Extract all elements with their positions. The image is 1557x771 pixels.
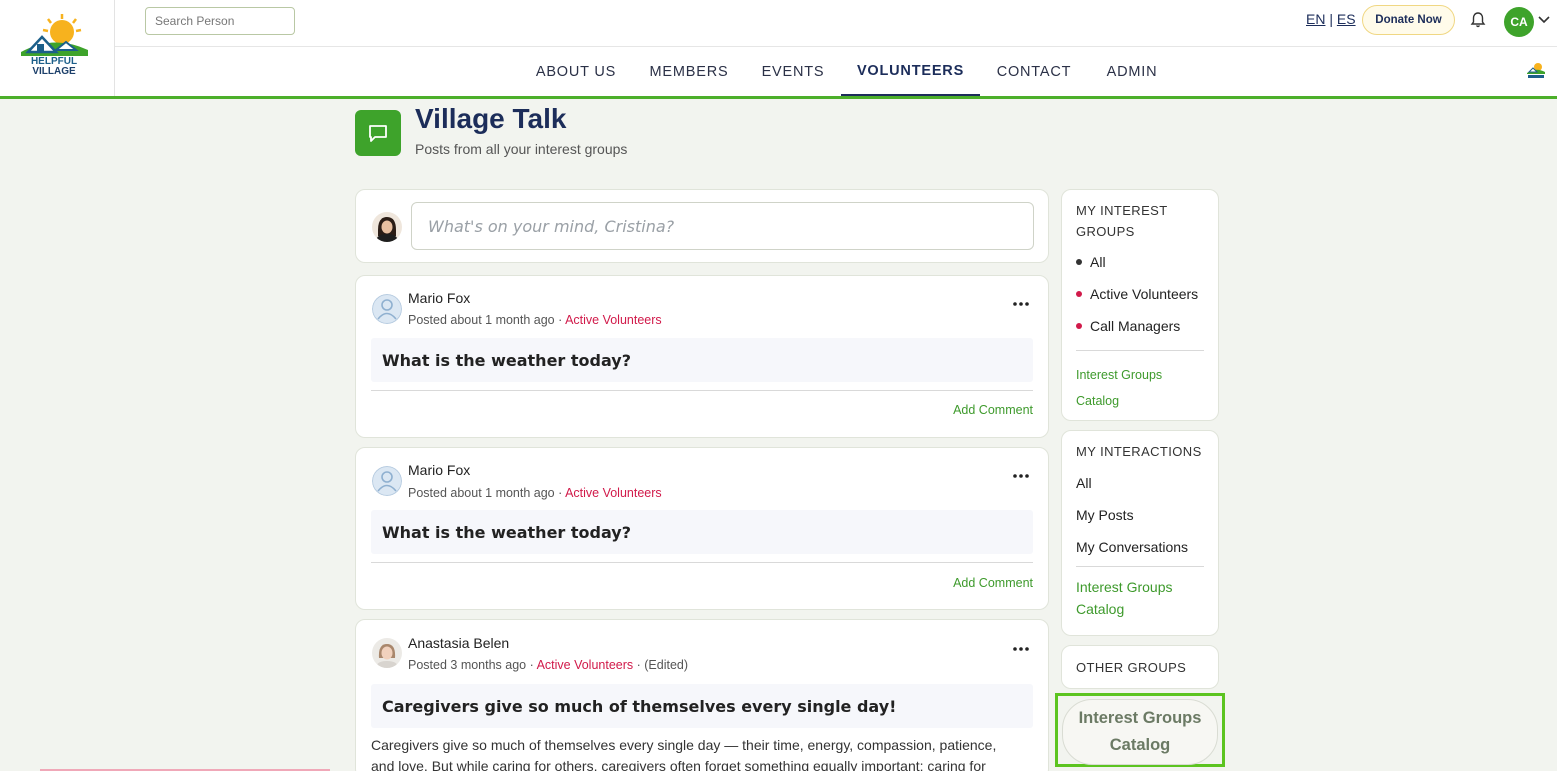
chevron-down-icon[interactable]	[1538, 15, 1550, 25]
more-options-icon[interactable]	[1012, 641, 1030, 657]
donate-now-button[interactable]: Donate Now	[1362, 5, 1455, 35]
interaction-filter-my-posts[interactable]: My Posts	[1076, 507, 1134, 523]
whats-on-your-mind-input[interactable]: What's on your mind, Cristina?	[411, 202, 1034, 250]
helpful-village-logo: HELPFUL VILLAGE	[21, 14, 88, 76]
post-title: Caregivers give so much of themselves ev…	[371, 684, 1033, 728]
interest-groups-catalog-link[interactable]: Interest Groups Catalog	[1076, 576, 1196, 620]
my-interactions-panel: MY INTERACTIONS All My Posts My Conversa…	[1061, 430, 1219, 636]
group-filter-label: Active Volunteers	[1090, 286, 1199, 302]
page-title: Village Talk	[415, 103, 567, 134]
interest-groups-catalog-button[interactable]: Interest Groups Catalog	[1062, 699, 1218, 765]
post-composer: What's on your mind, Cristina?	[355, 189, 1049, 263]
svg-text:VILLAGE: VILLAGE	[32, 66, 76, 76]
post-time: Posted about 1 month ago ·	[408, 486, 566, 500]
group-dot	[1076, 323, 1082, 329]
user-avatar[interactable]: CA	[1504, 7, 1534, 37]
my-interactions-heading: MY INTERACTIONS	[1076, 444, 1202, 459]
post-title: What is the weather today?	[371, 338, 1033, 382]
post-group-link[interactable]: Active Volunteers	[565, 313, 662, 327]
post-group-link[interactable]: Active Volunteers	[565, 486, 662, 500]
main-nav: ABOUT US MEMBERS EVENTS VOLUNTEERS CONTA…	[115, 47, 1557, 96]
post-time: Posted 3 months ago ·	[408, 658, 537, 672]
other-groups-panel: OTHER GROUPS	[1061, 645, 1219, 689]
post-author[interactable]: Mario Fox	[408, 290, 470, 306]
site-logo[interactable]: HELPFUL VILLAGE	[0, 0, 115, 96]
bell-icon[interactable]	[1469, 11, 1487, 29]
more-options-icon[interactable]	[1012, 468, 1030, 484]
side-divider	[1076, 566, 1204, 567]
group-dot	[1076, 291, 1082, 297]
post-title: What is the weather today?	[371, 510, 1033, 554]
chat-bubble-icon	[355, 110, 401, 156]
group-filter-all[interactable]: All	[1076, 254, 1106, 270]
group-filter-label: All	[1090, 254, 1106, 270]
post-divider	[371, 562, 1033, 563]
nav-events[interactable]: EVENTS	[747, 47, 839, 96]
nav-contact[interactable]: CONTACT	[984, 47, 1084, 96]
lang-es-link[interactable]: ES	[1337, 11, 1356, 27]
post-meta: Posted 3 months ago · Active Volunteers …	[408, 658, 688, 672]
lang-en-link[interactable]: EN	[1306, 11, 1325, 27]
catalog-highlight-box: Interest Groups Catalog	[1055, 693, 1225, 767]
default-avatar-icon	[372, 294, 402, 324]
mini-logo-icon[interactable]	[1526, 60, 1546, 80]
post-author[interactable]: Anastasia Belen	[408, 635, 509, 651]
my-interest-groups-heading: MY INTEREST GROUPS	[1076, 203, 1168, 239]
post-edited-label: · (Edited)	[633, 658, 689, 672]
more-options-icon[interactable]	[1012, 296, 1030, 312]
my-interest-groups-panel: MY INTEREST GROUPS All Active Volunteers…	[1061, 189, 1219, 421]
group-filter-active-volunteers[interactable]: Active Volunteers	[1076, 286, 1198, 302]
interaction-filter-my-conversations[interactable]: My Conversations	[1076, 539, 1188, 555]
default-avatar-icon	[372, 466, 402, 496]
post-body: Caregivers give so much of themselves ev…	[371, 737, 997, 771]
page-subtitle: Posts from all your interest groups	[415, 141, 628, 157]
other-groups-heading: OTHER GROUPS	[1076, 660, 1187, 675]
interaction-filter-all[interactable]: All	[1076, 475, 1092, 491]
nav-members[interactable]: MEMBERS	[637, 47, 741, 96]
nav-admin[interactable]: ADMIN	[1093, 47, 1171, 96]
group-filter-call-managers[interactable]: Call Managers	[1076, 318, 1180, 334]
site-header: HELPFUL VILLAGE EN | ES Donate Now CA AB…	[0, 0, 1557, 99]
interest-groups-catalog-link[interactable]: Interest Groups Catalog	[1076, 362, 1186, 414]
lang-separator: |	[1329, 11, 1333, 27]
post-card: Anastasia Belen Posted 3 months ago · Ac…	[355, 619, 1049, 771]
user-photo-avatar	[372, 638, 402, 668]
post-group-link[interactable]: Active Volunteers	[537, 658, 634, 672]
group-dot	[1076, 259, 1082, 265]
add-comment-link[interactable]: Add Comment	[953, 576, 1033, 590]
post-meta: Posted about 1 month ago · Active Volunt…	[408, 486, 662, 500]
post-author[interactable]: Mario Fox	[408, 462, 470, 478]
group-filter-label: Call Managers	[1090, 318, 1181, 334]
post-card: Mario Fox Posted about 1 month ago · Act…	[355, 275, 1049, 438]
header-top-bar: EN | ES Donate Now CA	[115, 0, 1557, 47]
language-switcher: EN | ES	[1306, 11, 1356, 27]
side-divider	[1076, 350, 1204, 351]
add-comment-link[interactable]: Add Comment	[953, 403, 1033, 417]
post-meta: Posted about 1 month ago · Active Volunt…	[408, 313, 662, 327]
post-time: Posted about 1 month ago ·	[408, 313, 566, 327]
post-divider	[371, 390, 1033, 391]
post-card: Mario Fox Posted about 1 month ago · Act…	[355, 447, 1049, 610]
search-person-input[interactable]	[145, 7, 295, 35]
nav-volunteers[interactable]: VOLUNTEERS	[841, 47, 980, 96]
current-user-avatar	[372, 212, 402, 242]
nav-about-us[interactable]: ABOUT US	[521, 47, 631, 96]
